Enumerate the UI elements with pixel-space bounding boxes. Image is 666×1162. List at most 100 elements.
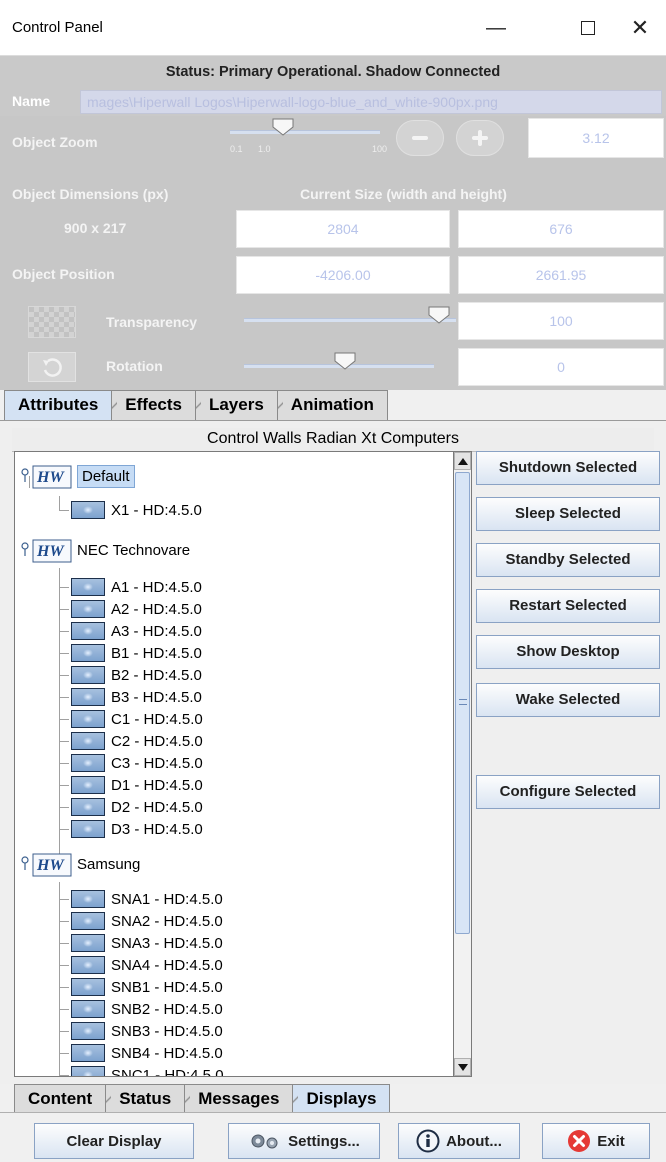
tree-item[interactable]: C3 - HD:4.5.0 [71, 754, 203, 772]
position-x-field[interactable]: -4206.00 [236, 256, 450, 294]
maximize-button[interactable] [562, 0, 614, 56]
zoom-tick-min: 0.1 [230, 144, 243, 154]
position-y-field[interactable]: 2661.95 [458, 256, 664, 294]
display-icon [71, 798, 105, 816]
object-dimensions-value: 900 x 217 [64, 220, 127, 236]
tree-group-samsung[interactable]: HW Samsung [21, 850, 140, 878]
zoom-out-button[interactable] [396, 120, 444, 156]
window-title: Control Panel [12, 19, 103, 36]
tree-handle-icon [21, 856, 29, 870]
transparency-slider[interactable] [244, 318, 456, 322]
tree-item[interactable]: SNA4 - HD:4.5.0 [71, 956, 223, 974]
tree-item[interactable]: B1 - HD:4.5.0 [71, 644, 202, 662]
tree-item[interactable]: D1 - HD:4.5.0 [71, 776, 203, 794]
top-tabs: Attributes Effects Layers Animation [4, 390, 388, 421]
tree-item-label: SNB2 - HD:4.5.0 [111, 1000, 223, 1018]
zoom-slider-thumb[interactable] [272, 118, 294, 136]
tree-item[interactable]: SNA1 - HD:4.5.0 [71, 890, 223, 908]
arrow-down-icon [457, 1063, 468, 1071]
tree-item[interactable]: B3 - HD:4.5.0 [71, 688, 202, 706]
close-button[interactable]: ✕ [614, 0, 666, 56]
exit-button[interactable]: Exit [542, 1123, 650, 1159]
display-icon [71, 1022, 105, 1040]
transparency-value-field[interactable]: 100 [458, 302, 664, 340]
tree-item[interactable]: SNB1 - HD:4.5.0 [71, 978, 223, 996]
restart-selected-button[interactable]: Restart Selected [476, 589, 660, 623]
sleep-selected-button[interactable]: Sleep Selected [476, 497, 660, 531]
tab-animation[interactable]: Animation [276, 390, 388, 421]
current-size-label: Current Size (width and height) [300, 186, 507, 202]
tab-layers[interactable]: Layers [194, 390, 278, 421]
tree-item[interactable]: A1 - HD:4.5.0 [71, 578, 202, 596]
arrow-up-icon [457, 457, 468, 465]
tree-item[interactable]: D3 - HD:4.5.0 [71, 820, 203, 838]
display-icon [71, 776, 105, 794]
standby-selected-button[interactable]: Standby Selected [476, 543, 660, 577]
minus-icon [412, 136, 428, 140]
width-field[interactable]: 2804 [236, 210, 450, 248]
tab-status[interactable]: Status [105, 1084, 186, 1115]
tree-group-default[interactable]: HW Default [21, 462, 135, 490]
settings-button[interactable]: Settings... [228, 1123, 380, 1159]
tab-messages[interactable]: Messages [184, 1084, 294, 1115]
zoom-value-field[interactable]: 3.12 [528, 118, 664, 158]
svg-text:HW: HW [36, 543, 65, 560]
tree-item[interactable]: SNA3 - HD:4.5.0 [71, 934, 223, 952]
display-icon [71, 956, 105, 974]
window-titlebar: Control Panel — ✕ [0, 0, 666, 56]
configure-selected-button[interactable]: Configure Selected [476, 775, 660, 809]
display-icon [71, 1066, 105, 1076]
tree-item[interactable]: A3 - HD:4.5.0 [71, 622, 202, 640]
clear-display-button[interactable]: Clear Display [34, 1123, 194, 1159]
tree-item-label: SNA3 - HD:4.5.0 [111, 934, 223, 952]
tree-group-nec[interactable]: HW NEC Technovare [21, 536, 190, 564]
tab-effects[interactable]: Effects [111, 390, 196, 421]
tree-item[interactable]: SNC1 - HD:4.5.0 [71, 1066, 224, 1076]
scroll-up-button[interactable] [454, 452, 471, 470]
zoom-in-button[interactable] [456, 120, 504, 156]
tree-item[interactable]: D2 - HD:4.5.0 [71, 798, 203, 816]
gears-icon [251, 1134, 278, 1149]
name-field[interactable]: mages\Hiperwall Logos\Hiperwall-logo-blu… [80, 90, 662, 114]
transparency-slider-thumb[interactable] [428, 306, 450, 324]
tree-item-label: C1 - HD:4.5.0 [111, 710, 203, 728]
display-icon [71, 978, 105, 996]
tree-group-label: NEC Technovare [77, 541, 191, 559]
display-icon [71, 710, 105, 728]
tree-item-label: C2 - HD:4.5.0 [111, 732, 203, 750]
tab-content[interactable]: Content [14, 1084, 107, 1114]
hiperwall-hw-icon: HW [32, 465, 72, 489]
rotation-value-field[interactable]: 0 [458, 348, 664, 386]
tree-item-label: A2 - HD:4.5.0 [111, 600, 202, 618]
rotation-slider-thumb[interactable] [334, 352, 356, 370]
scrollbar-thumb[interactable] [455, 472, 470, 934]
tree-item[interactable]: C2 - HD:4.5.0 [71, 732, 203, 750]
tree-item[interactable]: SNB3 - HD:4.5.0 [71, 1022, 223, 1040]
minimize-button[interactable]: — [470, 0, 522, 56]
tree-scrollbar[interactable] [454, 451, 472, 1077]
zoom-tick-mid: 1.0 [258, 144, 271, 154]
tree-item-label: C3 - HD:4.5.0 [111, 754, 203, 772]
tree-item[interactable]: X1 - HD:4.5.0 [71, 501, 202, 519]
tree-item[interactable]: SNB2 - HD:4.5.0 [71, 1000, 223, 1018]
scroll-down-button[interactable] [454, 1058, 471, 1076]
status-bar: Status: Primary Operational. Shadow Conn… [0, 56, 666, 88]
shutdown-selected-button[interactable]: Shutdown Selected [476, 451, 660, 485]
transparency-label: Transparency [106, 314, 198, 330]
about-button[interactable]: About... [398, 1123, 520, 1159]
tree-item[interactable]: SNB4 - HD:4.5.0 [71, 1044, 223, 1062]
tree-item[interactable]: B2 - HD:4.5.0 [71, 666, 202, 684]
clear-display-label: Clear Display [66, 1132, 162, 1150]
tree-item[interactable]: A2 - HD:4.5.0 [71, 600, 202, 618]
zoom-slider[interactable] [230, 130, 380, 134]
tree-item[interactable]: SNA2 - HD:4.5.0 [71, 912, 223, 930]
show-desktop-button[interactable]: Show Desktop [476, 635, 660, 669]
tree-item[interactable]: C1 - HD:4.5.0 [71, 710, 203, 728]
display-icon [71, 912, 105, 930]
height-field[interactable]: 676 [458, 210, 664, 248]
tab-displays[interactable]: Displays [292, 1084, 391, 1115]
display-icon [71, 890, 105, 908]
tab-attributes[interactable]: Attributes [4, 390, 113, 420]
computer-tree[interactable]: HW Default X1 - HD:4.5.0 HW NEC Technova… [14, 451, 454, 1077]
wake-selected-button[interactable]: Wake Selected [476, 683, 660, 717]
